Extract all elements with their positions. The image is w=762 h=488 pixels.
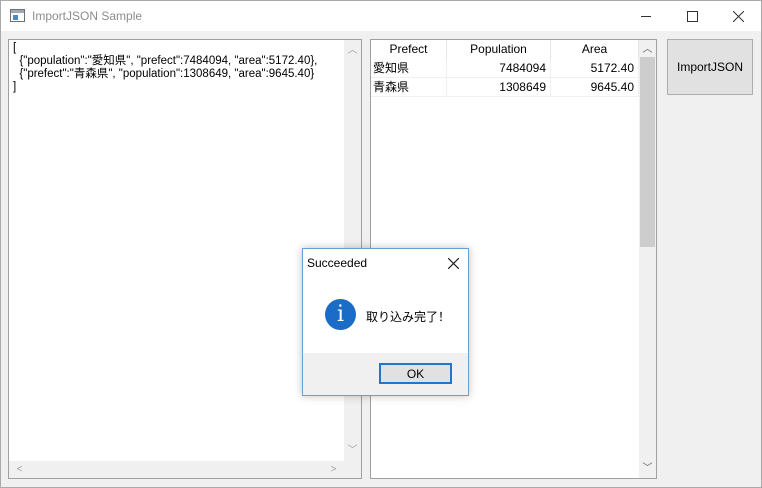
column-header-prefect[interactable]: Prefect bbox=[371, 40, 447, 59]
json-line: {"population":"愛知県", "prefect":7484094, … bbox=[13, 55, 318, 67]
cell-area: 5172.40 bbox=[551, 59, 639, 78]
minimize-button[interactable] bbox=[623, 1, 669, 31]
scroll-up-arrow-icon[interactable]: ︿ bbox=[344, 42, 361, 59]
json-line: [ bbox=[13, 42, 17, 54]
info-icon: i bbox=[325, 299, 356, 330]
scroll-up-arrow-icon[interactable]: ︿ bbox=[639, 41, 656, 58]
grid-vertical-scrollbar[interactable]: ︿ ﹀ bbox=[639, 40, 656, 478]
table-row[interactable]: 青森県 1308649 9645.40 bbox=[371, 78, 639, 97]
json-horizontal-scrollbar[interactable]: < > bbox=[9, 461, 344, 478]
cell-population: 7484094 bbox=[447, 59, 551, 78]
dialog-message: 取り込み完了！ bbox=[366, 310, 451, 324]
cell-prefect: 青森県 bbox=[371, 78, 447, 97]
scroll-down-arrow-icon[interactable]: ﹀ bbox=[639, 460, 656, 477]
scroll-corner bbox=[344, 461, 361, 478]
cell-population: 1308649 bbox=[447, 78, 551, 97]
title-bar[interactable]: ImportJSON Sample bbox=[1, 1, 761, 31]
dialog-title: Succeeded bbox=[307, 256, 368, 270]
grid-scroll-thumb[interactable] bbox=[640, 57, 655, 247]
close-icon bbox=[447, 257, 459, 269]
app-icon bbox=[10, 9, 25, 22]
scroll-right-arrow-icon[interactable]: > bbox=[325, 461, 342, 478]
dialog-footer: OK bbox=[303, 353, 468, 395]
json-line: ] bbox=[13, 81, 17, 93]
json-line: {"prefect":"青森県", "population":1308649, … bbox=[13, 68, 315, 80]
scroll-down-arrow-icon[interactable]: ﹀ bbox=[344, 442, 361, 459]
cell-area: 9645.40 bbox=[551, 78, 639, 97]
ok-button[interactable]: OK bbox=[379, 363, 452, 384]
success-dialog: Succeeded i 取り込み完了！ OK bbox=[302, 248, 469, 396]
dialog-close-button[interactable] bbox=[443, 254, 463, 272]
maximize-button[interactable] bbox=[669, 1, 715, 31]
column-header-area[interactable]: Area bbox=[551, 40, 639, 59]
table-row[interactable]: 愛知県 7484094 5172.40 bbox=[371, 59, 639, 78]
close-button[interactable] bbox=[715, 1, 761, 31]
column-header-population[interactable]: Population bbox=[447, 40, 551, 59]
cell-prefect: 愛知県 bbox=[371, 59, 447, 78]
main-window: ImportJSON Sample [ {"population":"愛知県",… bbox=[0, 0, 762, 488]
minimize-icon bbox=[641, 16, 651, 17]
window-title: ImportJSON Sample bbox=[32, 9, 143, 23]
scroll-left-arrow-icon[interactable]: < bbox=[11, 461, 28, 478]
grid-header: Prefect Population Area bbox=[371, 40, 639, 59]
json-text-content: [ {"population":"愛知県", "prefect":7484094… bbox=[13, 42, 345, 94]
maximize-icon bbox=[686, 10, 698, 22]
import-json-button[interactable]: ImportJSON bbox=[667, 39, 753, 95]
close-icon bbox=[732, 10, 744, 22]
